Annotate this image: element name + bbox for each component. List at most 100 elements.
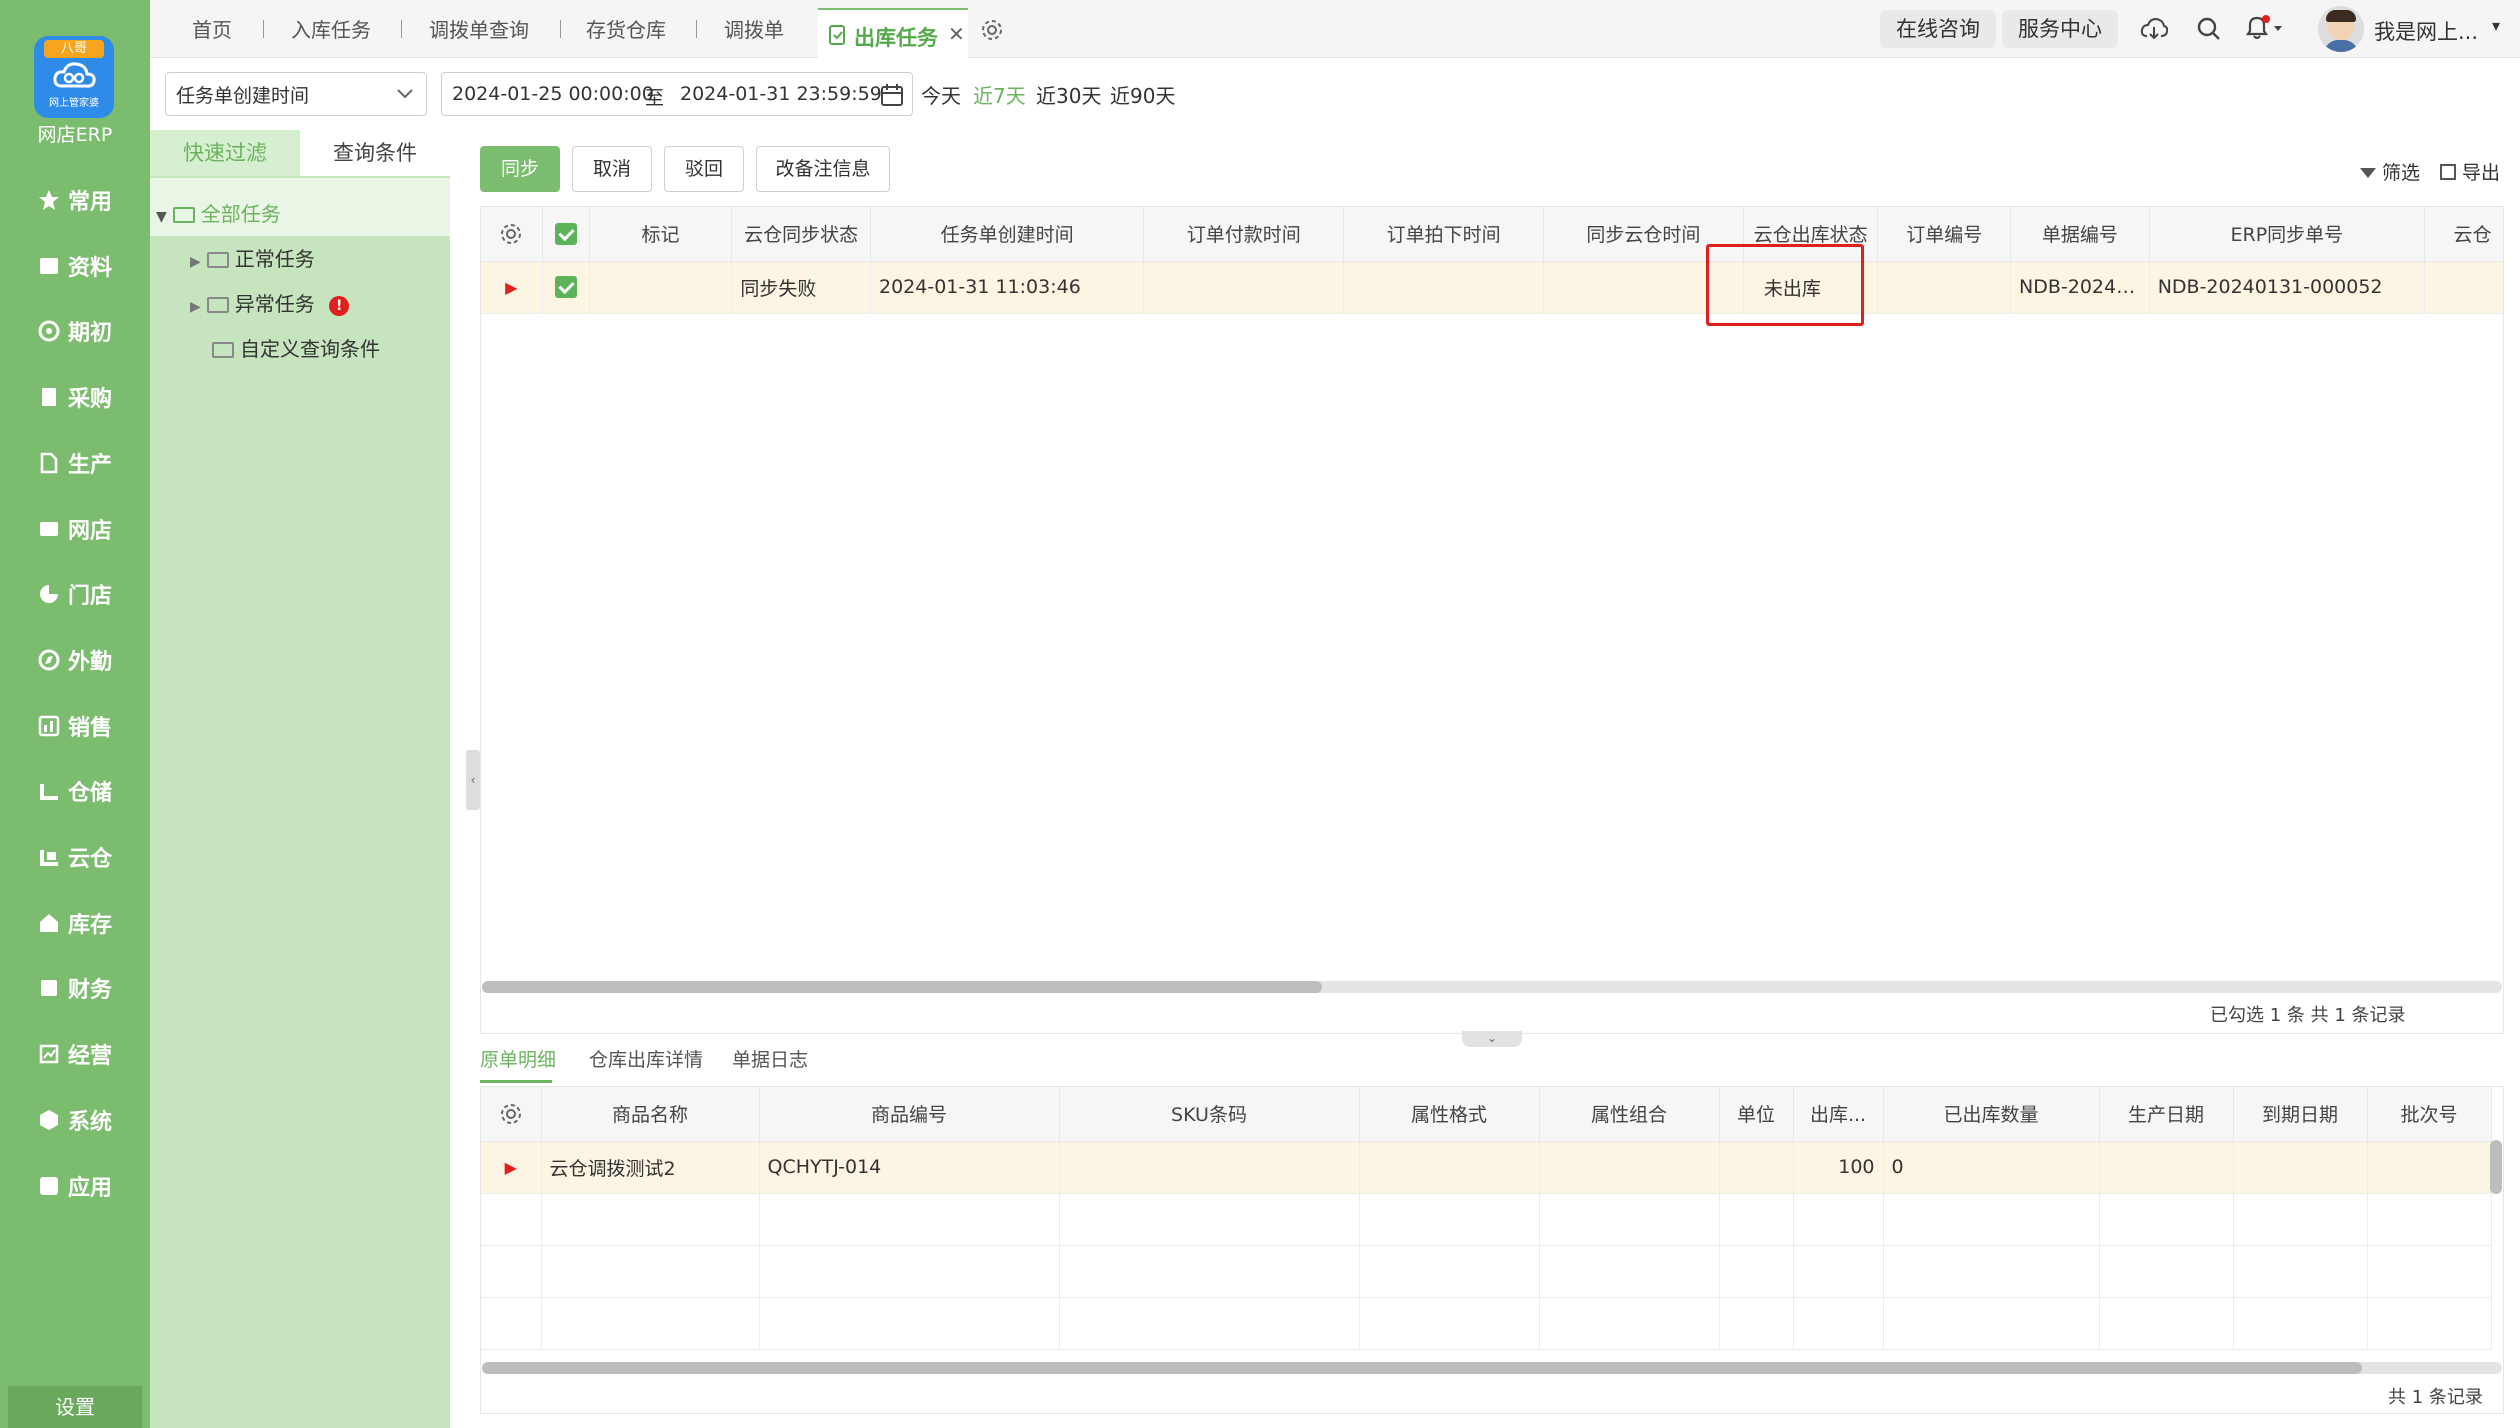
cell-done-qty[interactable]: 0 (1883, 1141, 2100, 1194)
date-end[interactable]: 2024-01-31 23:59:59 (680, 83, 882, 105)
cell-sku[interactable] (1059, 1141, 1360, 1194)
select-all-checkbox[interactable] (542, 207, 590, 262)
filter-button[interactable]: 筛选 (2360, 158, 2420, 185)
tab-warehouse-outbound-detail[interactable]: 仓库出库详情 (589, 1045, 703, 1072)
checkbox-checked[interactable] (554, 223, 577, 245)
col-product-code[interactable]: 商品编号 (759, 1087, 1060, 1142)
avatar[interactable] (2318, 6, 2364, 52)
cell-out-qty[interactable]: 100 (1793, 1141, 1884, 1194)
column-settings[interactable] (481, 207, 543, 262)
tree-item-abnormal-tasks[interactable]: ▶ 异常任务 ! (190, 286, 350, 322)
tab-query-conditions[interactable]: 查询条件 (300, 130, 450, 176)
table-row[interactable]: ▶ 云仓调拨测试2 QCHYTJ-014 100 0 (481, 1141, 2492, 1194)
search-icon[interactable] (2196, 16, 2222, 42)
sidebar-item-15[interactable]: 应用 (0, 1161, 150, 1211)
col-out-qty[interactable]: 出库... (1793, 1087, 1884, 1142)
gear-icon[interactable] (499, 1102, 523, 1126)
col-unit[interactable]: 单位 (1719, 1087, 1794, 1142)
cell-batch[interactable] (2367, 1141, 2492, 1194)
sidebar-item-2[interactable]: 期初 (0, 306, 150, 356)
tab-stock-warehouse[interactable]: 存货仓库 (586, 0, 666, 58)
col-prod-date[interactable]: 生产日期 (2099, 1087, 2234, 1142)
col-erp-no[interactable]: ERP同步单号 (2149, 207, 2426, 262)
caret-right-icon[interactable]: ▶ (190, 299, 201, 315)
col-product-name[interactable]: 商品名称 (541, 1087, 760, 1142)
quick-date-today[interactable]: 今天 (921, 80, 961, 109)
time-field-select[interactable]: 任务单创建时间 (165, 72, 427, 116)
tab-transfer-order[interactable]: 调拨单 (724, 0, 784, 58)
cell-attr-format[interactable] (1359, 1141, 1540, 1194)
sidebar-item-4[interactable]: 生产 (0, 438, 150, 488)
quick-date-90-days[interactable]: 近90天 (1110, 80, 1175, 109)
cell-mark[interactable] (589, 261, 733, 314)
scrollbar-thumb[interactable] (482, 1362, 2362, 1374)
cell-created-time[interactable]: 2024-01-31 11:03:46 (870, 261, 1145, 314)
tree-item-all-tasks[interactable]: ▼ 全部任务 (156, 196, 281, 232)
sidebar-item-0[interactable]: 常用 (0, 175, 150, 225)
col-ordered-time[interactable]: 订单拍下时间 (1343, 207, 1544, 262)
col-batch[interactable]: 批次号 (2367, 1087, 2492, 1142)
user-name[interactable]: 我是网上... (2374, 16, 2478, 46)
col-paid-time[interactable]: 订单付款时间 (1143, 207, 1345, 262)
col-done-qty[interactable]: 已出库数量 (1883, 1087, 2100, 1142)
row-checkbox-cell[interactable] (542, 261, 590, 314)
cell-exp-date[interactable] (2233, 1141, 2368, 1194)
sidebar-item-8[interactable]: 销售 (0, 701, 150, 751)
col-sku[interactable]: SKU条码 (1059, 1087, 1360, 1142)
tree-item-custom-query[interactable]: 自定义查询条件 (212, 331, 380, 367)
settings-button[interactable]: 设置 (8, 1386, 142, 1428)
cell-unit[interactable] (1719, 1141, 1794, 1194)
checkbox-checked[interactable] (554, 276, 577, 299)
vertical-scrollbar-thumb[interactable] (2490, 1140, 2502, 1194)
cell-product-code[interactable]: QCHYTJ-014 (759, 1141, 1060, 1194)
sidebar-item-10[interactable]: 云仓 (0, 832, 150, 882)
table-row[interactable]: ▶ 同步失败 2024-01-31 11:03:46 未出库 NDB-20240… (481, 261, 2503, 314)
column-settings[interactable] (481, 1087, 542, 1142)
chevron-down-icon[interactable]: ▾ (2492, 16, 2500, 35)
quick-date-7-days[interactable]: 近7天 (973, 80, 1026, 109)
date-start[interactable]: 2024-01-25 00:00:00 (452, 83, 654, 105)
cell-sync-status[interactable]: 同步失败 (731, 261, 871, 314)
col-created-time[interactable]: 任务单创建时间 (870, 207, 1145, 262)
col-doc-no[interactable]: 单据编号 (2010, 207, 2150, 262)
close-icon[interactable]: ✕ (948, 22, 965, 46)
sidebar-item-12[interactable]: 财务 (0, 963, 150, 1013)
col-order-no[interactable]: 订单编号 (1877, 207, 2012, 262)
cell-product-name[interactable]: 云仓调拨测试2 (541, 1141, 760, 1194)
cell-prod-date[interactable] (2099, 1141, 2234, 1194)
tab-document-log[interactable]: 单据日志 (732, 1045, 808, 1072)
tab-quick-filter[interactable]: 快速过滤 (150, 130, 300, 176)
reject-button[interactable]: 驳回 (664, 146, 744, 192)
cell-attr-combo[interactable] (1539, 1141, 1720, 1194)
cell-ordered-time[interactable] (1343, 261, 1544, 314)
sidebar-item-9[interactable]: 仓储 (0, 766, 150, 816)
cell-order-no[interactable] (1877, 261, 2012, 314)
sidebar-item-7[interactable]: 外勤 (0, 635, 150, 685)
tree-item-normal-tasks[interactable]: ▶ 正常任务 (190, 241, 315, 277)
sidebar-item-6[interactable]: 门店 (0, 569, 150, 619)
caret-down-icon[interactable]: ▼ (156, 209, 167, 225)
gear-icon[interactable] (499, 222, 523, 246)
cloud-download-icon[interactable] (2140, 16, 2168, 42)
col-attr-format[interactable]: 属性格式 (1359, 1087, 1540, 1142)
sidebar-item-13[interactable]: 经营 (0, 1029, 150, 1079)
tab-outbound-task[interactable]: 出库任务 ✕ (818, 8, 968, 58)
sidebar-item-5[interactable]: 网店 (0, 504, 150, 554)
cell-paid-time[interactable] (1143, 261, 1345, 314)
cancel-button[interactable]: 取消 (572, 146, 652, 192)
cell-cloud[interactable] (2424, 261, 2503, 314)
sync-button[interactable]: 同步 (480, 146, 560, 192)
export-button[interactable]: 导出 (2440, 158, 2500, 185)
panel-collapse-handle[interactable]: ‹ (466, 750, 480, 810)
caret-right-icon[interactable]: ▶ (190, 254, 201, 270)
online-consult-button[interactable]: 在线咨询 (1880, 10, 1996, 48)
tab-transfer-query[interactable]: 调拨单查询 (429, 0, 529, 58)
col-attr-combo[interactable]: 属性组合 (1539, 1087, 1720, 1142)
date-range-picker[interactable]: 2024-01-25 00:00:00 至 2024-01-31 23:59:5… (441, 72, 913, 116)
calendar-icon[interactable] (880, 83, 904, 107)
sidebar-item-1[interactable]: 资料 (0, 241, 150, 291)
sidebar-item-3[interactable]: 采购 (0, 372, 150, 422)
scrollbar-thumb[interactable] (482, 981, 1322, 993)
col-sync-status[interactable]: 云仓同步状态 (731, 207, 871, 262)
sidebar-item-11[interactable]: 库存 (0, 898, 150, 948)
